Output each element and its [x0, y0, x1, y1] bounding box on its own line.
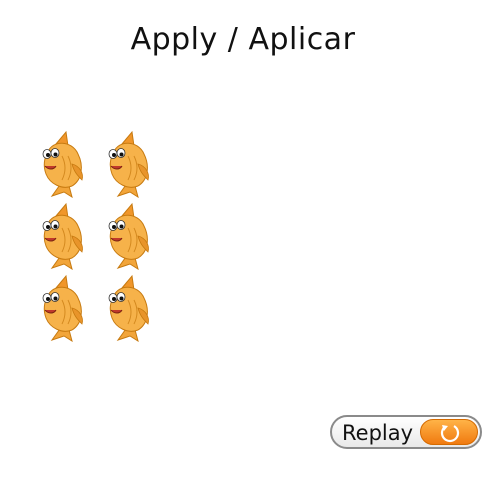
goldfish-icon [104, 202, 152, 270]
goldfish-icon [104, 274, 152, 342]
goldfish-icon [38, 202, 86, 270]
goldfish-icon [38, 130, 86, 198]
goldfish-icon [38, 274, 86, 342]
goldfish-icon [104, 130, 152, 198]
replay-button[interactable]: Replay [330, 415, 482, 449]
replay-icon[interactable] [420, 419, 478, 445]
replay-label: Replay [342, 421, 414, 445]
fish-group [0, 0, 486, 486]
